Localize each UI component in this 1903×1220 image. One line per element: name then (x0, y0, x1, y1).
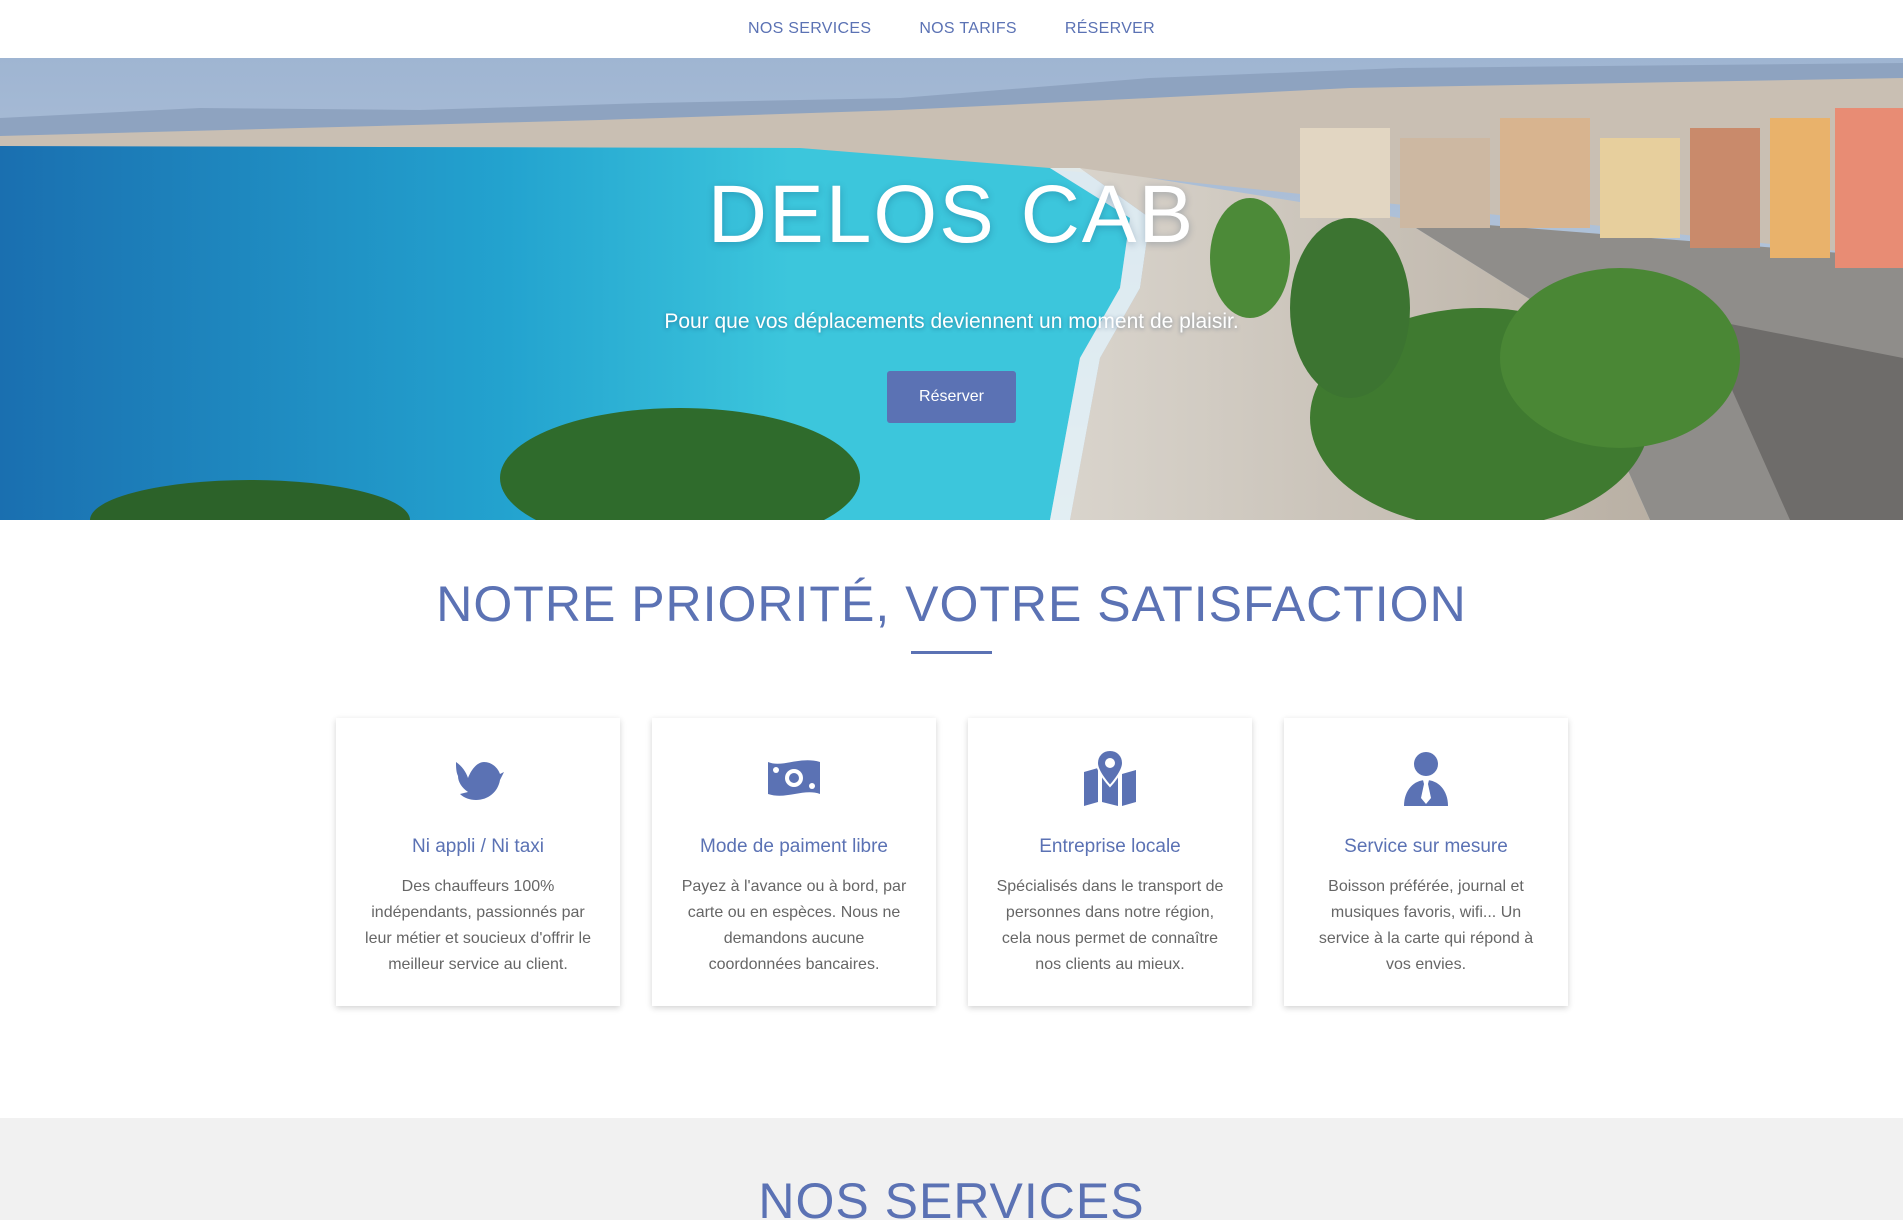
section-divider (911, 651, 992, 654)
money-bill-icon (764, 748, 824, 808)
top-navigation: NOS SERVICES NOS TARIFS RÉSERVER (0, 0, 1903, 58)
map-marked-icon (1080, 748, 1140, 808)
card-title: Mode de paiment libre (700, 836, 888, 857)
feature-card-local: Entreprise locale Spécialisés dans le tr… (968, 718, 1252, 1006)
card-text: Spécialisés dans le transport de personn… (996, 878, 1224, 973)
hero-subtitle: Pour que vos déplacements deviennent un … (664, 310, 1239, 333)
user-tie-icon (1396, 748, 1456, 808)
hero-title: DELOS CAB (707, 169, 1196, 260)
services-section: NOS SERVICES (0, 1118, 1903, 1220)
card-title: Ni appli / Ni taxi (412, 836, 544, 857)
card-text: Des chauffeurs 100% indépendants, passio… (365, 878, 591, 973)
nav-link-reserver[interactable]: RÉSERVER (1065, 20, 1155, 38)
nav-link-services[interactable]: NOS SERVICES (748, 20, 871, 38)
feature-card-custom: Service sur mesure Boisson préférée, jou… (1284, 718, 1568, 1006)
nav-link-tarifs[interactable]: NOS TARIFS (919, 20, 1017, 38)
dove-icon (448, 748, 508, 808)
card-text: Payez à l'avance ou à bord, par carte ou… (681, 878, 907, 973)
card-title: Entreprise locale (1039, 836, 1181, 857)
hero-banner: DELOS CAB Pour que vos déplacements devi… (0, 58, 1903, 520)
feature-card-independent: Ni appli / Ni taxi Des chauffeurs 100% i… (336, 718, 620, 1006)
services-title: NOS SERVICES (758, 1173, 1145, 1220)
card-text: Boisson préférée, journal et musiques fa… (1318, 878, 1534, 973)
hero-background-image (0, 58, 1903, 520)
reserve-button[interactable]: Réserver (887, 371, 1016, 423)
card-title: Service sur mesure (1344, 836, 1508, 857)
feature-card-payment: Mode de paiment libre Payez à l'avance o… (652, 718, 936, 1006)
section-title: NOTRE PRIORITÉ, VOTRE SATISFACTION (436, 576, 1467, 632)
